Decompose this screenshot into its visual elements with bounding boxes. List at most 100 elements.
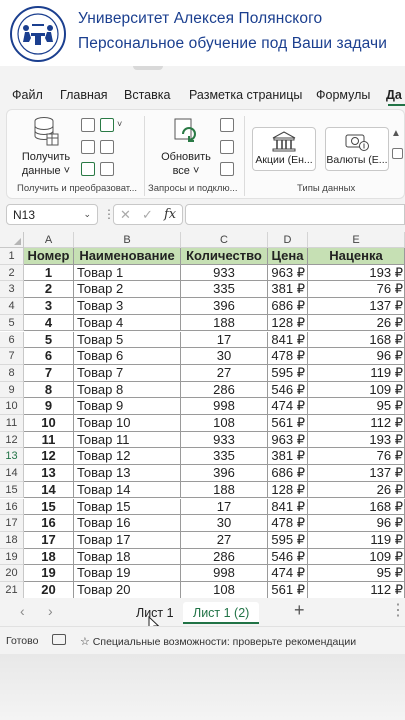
table-cell[interactable]: Товар 11 <box>74 431 181 449</box>
table-cell[interactable]: 119 ₽ <box>308 531 405 549</box>
column-header[interactable]: C <box>181 232 268 248</box>
table-cell[interactable]: 168 ₽ <box>308 331 405 349</box>
cancel-icon[interactable]: ✕ <box>120 207 131 223</box>
row-header[interactable]: 17 <box>0 515 24 532</box>
row-header[interactable]: 5 <box>0 314 24 332</box>
table-cell[interactable]: Товар 7 <box>74 364 181 382</box>
table-cell[interactable]: 17 <box>24 531 74 549</box>
table-cell[interactable]: 933 <box>181 431 268 449</box>
column-header[interactable]: A <box>24 232 74 248</box>
table-cell[interactable]: 20 <box>24 582 74 598</box>
table-cell[interactable]: 128 ₽ <box>268 314 308 332</box>
table-cell[interactable]: 478 ₽ <box>268 348 308 365</box>
previous-sheet-icon[interactable]: ‹ <box>20 603 25 619</box>
table-cell[interactable]: Товар 15 <box>74 498 181 516</box>
table-header-cell[interactable]: Количество <box>181 248 268 265</box>
table-cell[interactable]: Товар 16 <box>74 515 181 532</box>
sheet-tab-2[interactable]: Лист 1 (2) <box>183 602 260 624</box>
row-header[interactable]: 16 <box>0 498 24 516</box>
table-cell[interactable]: 546 ₽ <box>268 381 308 399</box>
table-cell[interactable]: 335 <box>181 448 268 466</box>
row-header[interactable]: 8 <box>0 364 24 382</box>
row-header[interactable]: 18 <box>0 531 24 549</box>
table-cell[interactable]: 546 ₽ <box>268 548 308 566</box>
table-cell[interactable]: 96 ₽ <box>308 348 405 365</box>
row-header[interactable]: 12 <box>0 431 24 449</box>
tab-formulas[interactable]: Формулы <box>316 88 370 102</box>
chevron-down-icon[interactable]: ˅ <box>117 119 122 129</box>
table-cell[interactable]: 76 ₽ <box>308 281 405 299</box>
tab-insert[interactable]: Вставка <box>124 88 170 102</box>
row-header[interactable]: 15 <box>0 481 24 499</box>
from-table-icon[interactable] <box>100 118 114 132</box>
table-cell[interactable]: 112 ₽ <box>308 415 405 432</box>
table-cell[interactable]: 7 <box>24 364 74 382</box>
table-cell[interactable]: 95 ₽ <box>308 398 405 415</box>
table-cell[interactable]: 396 <box>181 298 268 315</box>
table-cell[interactable]: 128 ₽ <box>268 481 308 499</box>
accessibility-status[interactable]: ☆ Специальные возможности: проверьте рек… <box>80 635 356 648</box>
row-header[interactable]: 1 <box>0 248 24 265</box>
get-data-button[interactable]: Получить данные ˅ <box>17 116 75 178</box>
cell-mode-icon[interactable] <box>52 634 66 645</box>
row-header[interactable]: 13 <box>0 448 24 466</box>
from-web-icon[interactable] <box>81 140 95 154</box>
table-cell[interactable]: 17 <box>181 331 268 349</box>
table-cell[interactable]: Товар 17 <box>74 531 181 549</box>
row-header[interactable]: 2 <box>0 264 24 282</box>
table-cell[interactable]: Товар 20 <box>74 582 181 598</box>
table-cell[interactable]: 963 ₽ <box>268 264 308 282</box>
table-cell[interactable]: 8 <box>24 381 74 399</box>
table-cell[interactable]: 108 <box>181 415 268 432</box>
table-cell[interactable]: Товар 1 <box>74 264 181 282</box>
table-cell[interactable]: 18 <box>24 548 74 566</box>
table-cell[interactable]: Товар 9 <box>74 398 181 415</box>
edit-links-icon[interactable] <box>220 162 234 176</box>
table-cell[interactable]: 193 ₽ <box>308 431 405 449</box>
select-all-corner[interactable] <box>0 232 24 248</box>
table-cell[interactable]: 12 <box>24 448 74 466</box>
table-cell[interactable]: 16 <box>24 515 74 532</box>
table-cell[interactable]: 595 ₽ <box>268 531 308 549</box>
column-header[interactable]: E <box>308 232 405 248</box>
table-cell[interactable]: 95 ₽ <box>308 565 405 582</box>
table-cell[interactable]: 19 <box>24 565 74 582</box>
table-cell[interactable]: 841 ₽ <box>268 331 308 349</box>
currencies-datatype-button[interactable]: Валюты (Е... <box>325 127 389 171</box>
more-options-icon[interactable]: ⋮ <box>390 600 405 620</box>
table-cell[interactable]: 14 <box>24 481 74 499</box>
tab-file[interactable]: Файл <box>12 88 43 102</box>
formula-input[interactable] <box>185 204 405 225</box>
table-cell[interactable]: 381 ₽ <box>268 448 308 466</box>
tab-data[interactable]: Да <box>386 88 402 102</box>
table-cell[interactable]: 998 <box>181 398 268 415</box>
table-cell[interactable]: 286 <box>181 381 268 399</box>
table-cell[interactable]: 10 <box>24 415 74 432</box>
table-cell[interactable]: 112 ₽ <box>308 582 405 598</box>
table-cell[interactable]: 3 <box>24 298 74 315</box>
table-cell[interactable]: 595 ₽ <box>268 364 308 382</box>
table-cell[interactable]: 26 ₽ <box>308 314 405 332</box>
row-header[interactable]: 10 <box>0 398 24 415</box>
table-cell[interactable]: 1 <box>24 264 74 282</box>
table-cell[interactable]: 96 ₽ <box>308 515 405 532</box>
table-cell[interactable]: Товар 6 <box>74 348 181 365</box>
properties-icon[interactable] <box>220 140 234 154</box>
table-header-cell[interactable]: Наименование <box>74 248 181 265</box>
table-header-cell[interactable]: Наценка <box>308 248 405 265</box>
table-cell[interactable]: 286 <box>181 548 268 566</box>
column-header[interactable]: D <box>268 232 308 248</box>
grid-table-icon[interactable] <box>81 162 95 176</box>
column-header[interactable]: B <box>74 232 181 248</box>
table-cell[interactable]: Товар 12 <box>74 448 181 466</box>
table-cell[interactable]: Товар 8 <box>74 381 181 399</box>
table-cell[interactable]: 381 ₽ <box>268 281 308 299</box>
tab-home[interactable]: Главная <box>60 88 108 102</box>
table-cell[interactable]: Товар 18 <box>74 548 181 566</box>
table-cell[interactable]: 933 <box>181 264 268 282</box>
recent-sources-icon[interactable] <box>100 140 114 154</box>
tab-page-layout[interactable]: Разметка страницы <box>189 88 302 102</box>
table-cell[interactable]: 108 <box>181 582 268 598</box>
from-text-icon[interactable] <box>81 118 95 132</box>
row-header[interactable]: 21 <box>0 582 24 598</box>
